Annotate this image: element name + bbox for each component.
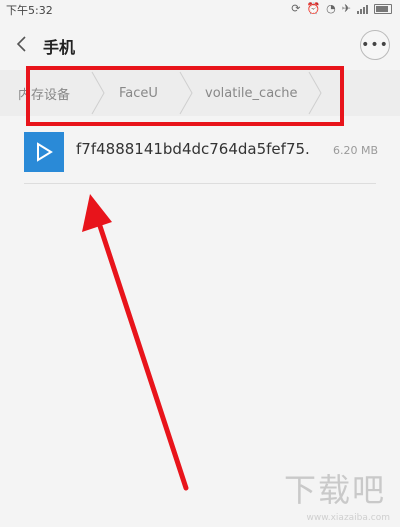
file-list-item[interactable]: f7f4888141bd4dc764da5fef75. 6.20 MB xyxy=(0,122,400,182)
app-header: 手机 ••• xyxy=(0,22,400,66)
back-icon[interactable] xyxy=(14,34,30,54)
file-name: f7f4888141bd4dc764da5fef75. xyxy=(76,140,310,158)
sync-icon: ⟳ xyxy=(291,2,301,15)
row-divider xyxy=(24,183,376,184)
page-title: 手机 xyxy=(43,38,76,57)
alarm-icon: ⏰ xyxy=(306,2,321,15)
status-time: 下午5:32 xyxy=(6,4,53,17)
more-options-button[interactable]: ••• xyxy=(360,30,390,60)
more-icon: ••• xyxy=(361,37,389,53)
file-size: 6.20 MB xyxy=(332,144,378,157)
status-icons: ⟳ ⏰ ◔ ✈ xyxy=(291,2,392,15)
watermark-url: www.xiazaiba.com xyxy=(306,513,390,523)
video-file-icon xyxy=(24,132,64,172)
watermark-logo: 下载吧 xyxy=(283,471,386,509)
battery-icon xyxy=(374,3,392,14)
wifi-icon: ◔ xyxy=(326,2,336,15)
airplane-icon: ✈ xyxy=(341,2,351,15)
status-bar: 下午5:32 ⟳ ⏰ ◔ ✈ xyxy=(0,0,400,20)
signal-icon xyxy=(357,4,368,14)
breadcrumb-highlight-box xyxy=(26,66,344,126)
